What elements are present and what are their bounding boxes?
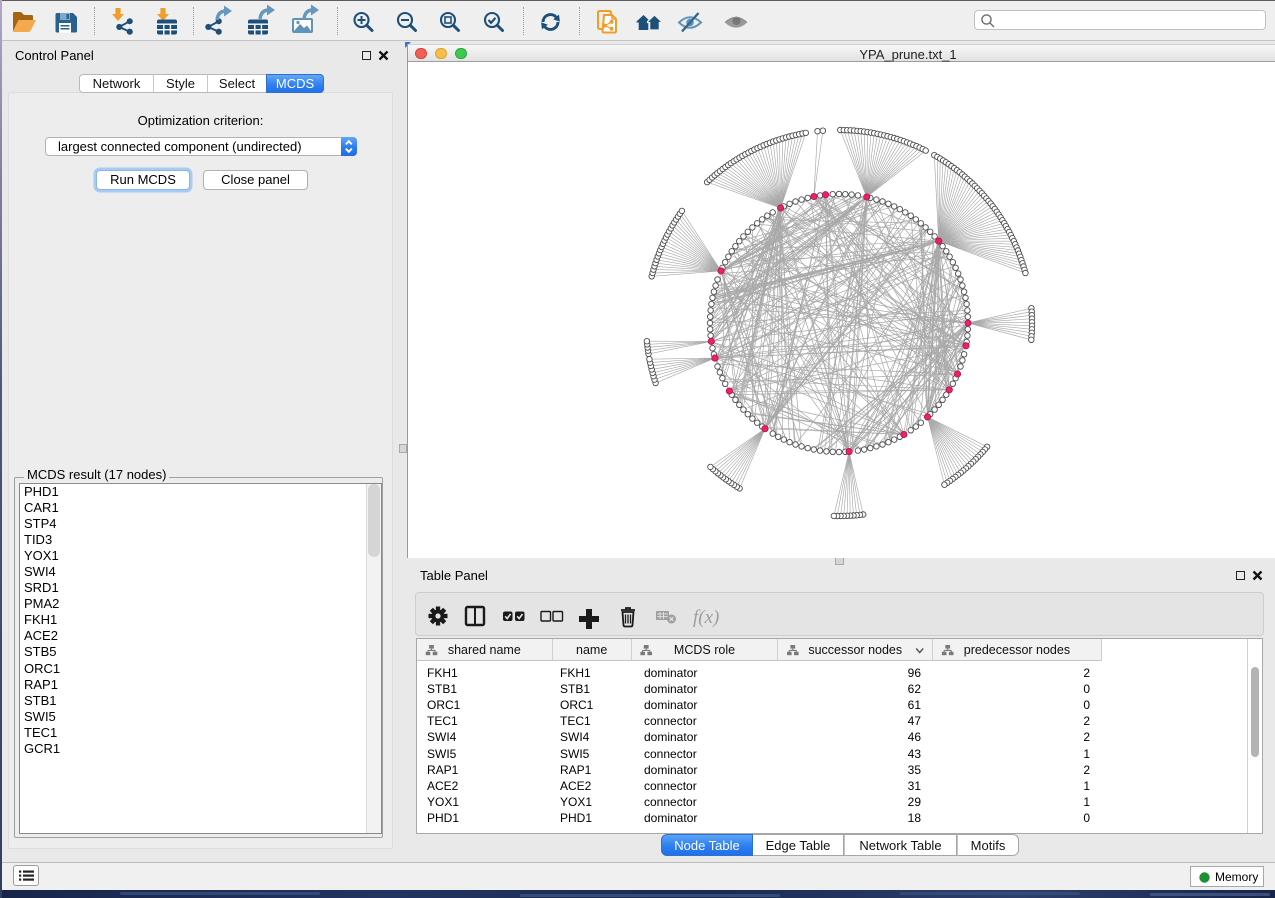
svg-text:f(x): f(x): [693, 607, 719, 628]
